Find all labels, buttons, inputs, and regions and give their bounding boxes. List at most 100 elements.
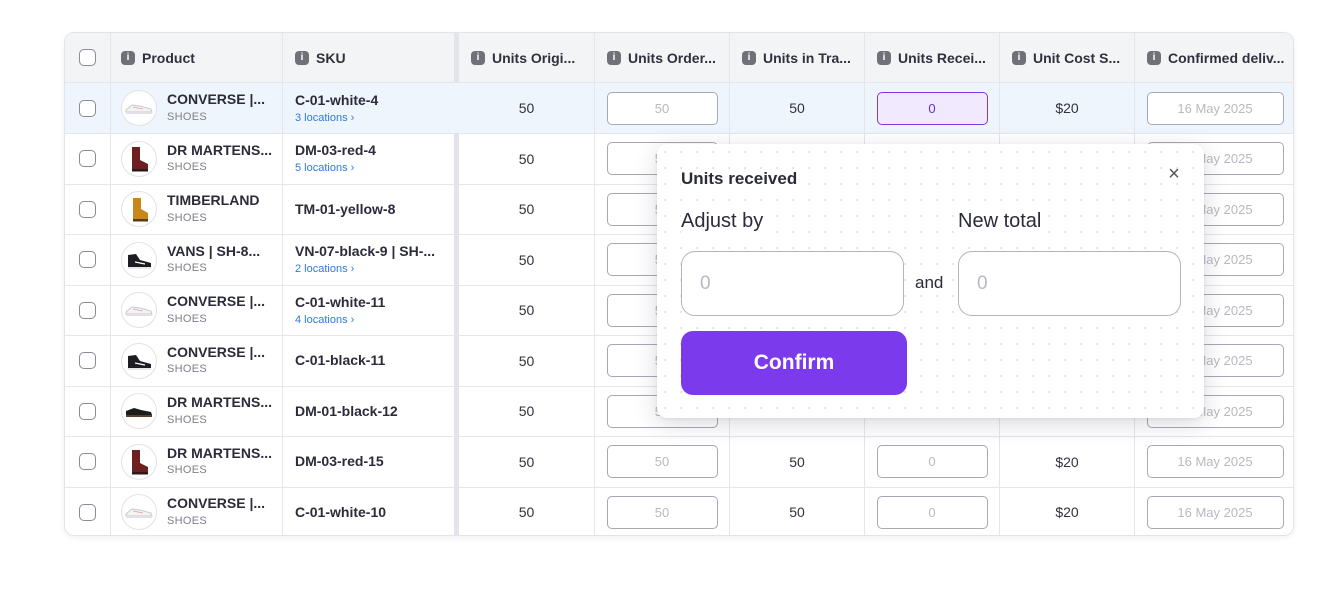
product-cell: CONVERSE |... SHOES <box>110 83 282 133</box>
delivery-date-input[interactable]: 16 May 2025 <box>1146 495 1284 529</box>
delivery-date-input[interactable]: 16 May 2025 <box>1146 445 1284 478</box>
header-units-in-transit[interactable]: i Units in Tra... <box>729 33 864 82</box>
adjust-by-input[interactable]: 0 <box>681 251 904 316</box>
units-received-input[interactable]: 0 <box>876 445 988 478</box>
row-checkbox[interactable] <box>79 352 96 369</box>
units-original-value: 50 <box>518 352 535 369</box>
row-checkbox[interactable] <box>79 99 96 117</box>
header-units-original[interactable]: i Units Origi... <box>459 33 594 82</box>
product-cell: TIMBERLAND SHOES <box>110 184 282 234</box>
yellow-boot-icon <box>121 191 157 227</box>
row-checkbox-cell[interactable] <box>65 83 110 133</box>
sku-cell: DM-03-red-4 5 locations › <box>282 133 454 184</box>
product-cell: VANS | SH-8... SHOES <box>110 234 282 285</box>
column-header-units_original[interactable]: Units Origi... <box>492 50 575 66</box>
row-checkbox-cell[interactable] <box>65 134 110 184</box>
info-icon: i <box>121 50 135 65</box>
units-received-input[interactable]: 0 <box>876 495 988 529</box>
header-units-ordered[interactable]: i Units Order... <box>594 33 729 82</box>
sku-cell: VN-07-black-9 | SH-... 2 locations › <box>282 234 454 285</box>
row-checkbox[interactable] <box>79 402 96 420</box>
table-row[interactable]: DR MARTENS... SHOES DM-03-red-15 50 50 50… <box>65 436 1293 488</box>
info-icon: i <box>295 50 309 65</box>
header-confirmed-delivery[interactable]: i Confirmed deliv... <box>1134 33 1293 82</box>
info-icon: i <box>742 50 756 65</box>
sku-value: C-01-white-4 <box>295 91 379 108</box>
product-name: DR MARTENS... <box>167 444 272 461</box>
row-checkbox[interactable] <box>79 453 96 470</box>
row-checkbox[interactable] <box>79 503 96 521</box>
units-ordered-input[interactable]: 50 <box>606 91 718 125</box>
row-checkbox-cell[interactable] <box>65 336 110 386</box>
row-checkbox-cell[interactable] <box>65 386 110 436</box>
column-header-units_received[interactable]: Units Recei... <box>898 50 986 66</box>
confirm-button[interactable]: Confirm <box>681 331 907 395</box>
units-original-value: 50 <box>518 504 535 520</box>
header-sku[interactable]: i SKU <box>282 33 454 82</box>
confirmed-delivery-cell[interactable]: 16 May 2025 <box>1134 83 1293 133</box>
row-checkbox[interactable] <box>79 301 96 319</box>
sku-value: C-01-white-11 <box>295 293 386 310</box>
column-header-units_ordered[interactable]: Units Order... <box>628 50 716 66</box>
row-checkbox[interactable] <box>79 200 96 218</box>
units-received-cell[interactable]: 0 <box>864 487 999 535</box>
units-original-cell: 50 <box>459 184 594 234</box>
row-checkbox-cell[interactable] <box>65 235 110 285</box>
units-received-cell[interactable]: 0 <box>864 436 999 487</box>
product-category: SHOES <box>167 262 208 275</box>
sku-cell: C-01-white-10 <box>282 487 454 535</box>
chevron-right-icon: › <box>350 313 355 326</box>
confirmed-delivery-cell[interactable]: 16 May 2025 <box>1134 487 1293 535</box>
chevron-right-icon: › <box>350 162 355 175</box>
units-ordered-cell[interactable]: 50 <box>594 487 729 535</box>
units-received-input[interactable]: 0 <box>876 91 988 125</box>
row-checkbox-cell[interactable] <box>65 487 110 535</box>
product-category: SHOES <box>167 464 208 477</box>
units-original-cell: 50 <box>459 437 594 487</box>
row-checkbox[interactable] <box>79 251 96 268</box>
new-total-input[interactable]: 0 <box>958 251 1181 316</box>
row-checkbox[interactable] <box>79 150 96 167</box>
column-header-unit_cost[interactable]: Unit Cost S... <box>1033 50 1120 66</box>
locations-link[interactable]: 3 locations › <box>295 111 378 125</box>
units-ordered-cell[interactable]: 50 <box>594 436 729 487</box>
product-category: SHOES <box>167 161 208 174</box>
units-ordered-cell[interactable]: 50 <box>594 83 729 133</box>
units-original-value: 50 <box>518 251 535 268</box>
sku-cell: DM-01-black-12 <box>282 386 454 436</box>
column-header-product[interactable]: Product <box>142 50 195 66</box>
table-row[interactable]: CONVERSE |... SHOES C-01-white-10 50 50 5… <box>65 487 1293 535</box>
unit-cost-cell: $20 <box>999 83 1134 133</box>
checkbox[interactable] <box>79 49 96 66</box>
locations-link[interactable]: 4 locations › <box>295 313 385 327</box>
units-original-cell: 50 <box>459 134 594 184</box>
sku-cell: C-01-white-11 4 locations › <box>282 285 454 335</box>
units-ordered-input[interactable]: 50 <box>606 445 718 478</box>
header-units-received[interactable]: i Units Recei... <box>864 33 999 82</box>
locations-link[interactable]: 2 locations › <box>295 262 435 276</box>
delivery-date-input[interactable]: 16 May 2025 <box>1146 91 1284 125</box>
confirmed-delivery-cell[interactable]: 16 May 2025 <box>1134 436 1293 487</box>
row-checkbox-cell[interactable] <box>65 437 110 487</box>
unit-cost-value: $20 <box>1055 100 1079 116</box>
table-row[interactable]: CONVERSE |... SHOES C-01-white-4 3 locatio… <box>65 83 1293 134</box>
popover-title: Units received <box>681 169 798 189</box>
row-checkbox-cell[interactable] <box>65 285 110 335</box>
column-header-confirmed_delivery[interactable]: Confirmed deliv... <box>1168 50 1284 66</box>
info-icon: i <box>471 50 485 65</box>
select-all-checkbox[interactable] <box>65 33 110 82</box>
column-header-sku[interactable]: SKU <box>316 50 346 66</box>
units-ordered-input[interactable]: 50 <box>606 495 718 529</box>
header-product[interactable]: i Product <box>110 33 282 82</box>
locations-link[interactable]: 5 locations › <box>295 161 376 175</box>
product-cell: CONVERSE |... SHOES <box>110 487 282 535</box>
close-icon[interactable]: × <box>1164 164 1184 184</box>
header-unit-cost[interactable]: i Unit Cost S... <box>999 33 1134 82</box>
units-original-cell: 50 <box>459 487 594 535</box>
product-name: DR MARTENS... <box>167 394 272 411</box>
adjust-by-label: Adjust by <box>681 210 764 233</box>
column-header-units_in_transit[interactable]: Units in Tra... <box>763 50 851 66</box>
row-checkbox-cell[interactable] <box>65 184 110 234</box>
units-original-cell: 50 <box>459 336 594 386</box>
units-received-cell[interactable]: 0 <box>864 83 999 133</box>
